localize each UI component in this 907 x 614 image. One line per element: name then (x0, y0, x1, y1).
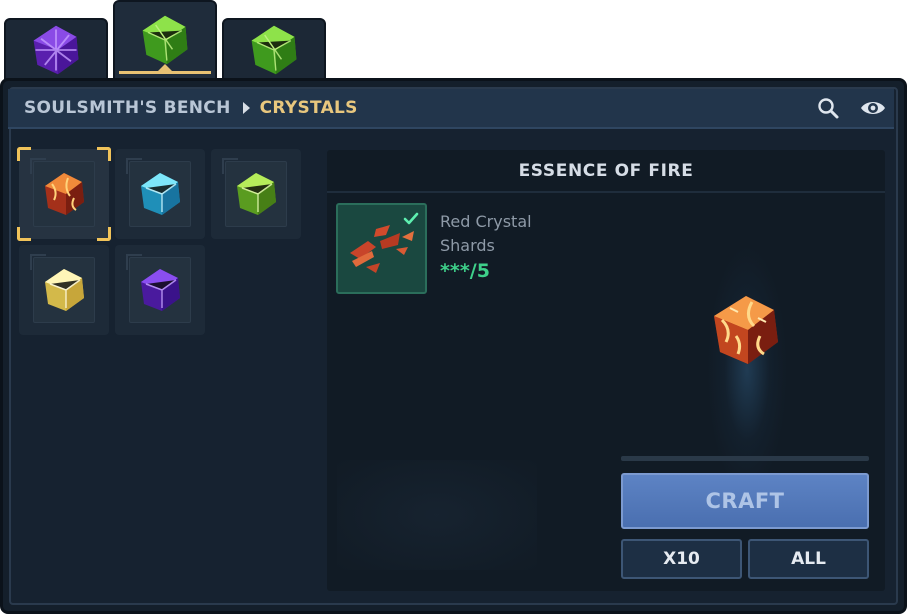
fire-crystal-icon (714, 296, 778, 364)
category-tab-green[interactable] (222, 18, 326, 82)
selection-corner (97, 147, 111, 161)
search-icon[interactable] (816, 96, 840, 120)
selection-corner (17, 227, 31, 241)
ingredient-name: Red Crystal Shards (440, 210, 580, 258)
crystal-slot-yellow[interactable] (19, 245, 109, 335)
eye-icon[interactable] (859, 96, 887, 120)
crystal-slot-lime[interactable] (211, 149, 301, 239)
crystal-slot-fire[interactable] (17, 147, 111, 241)
yellow-crystal-icon (45, 269, 84, 311)
green-crystal-icon (142, 15, 188, 65)
recipe-detail: ESSENCE OF FIRE Red Crystal Shards ***/5… (327, 150, 885, 591)
lime-crystal-icon (237, 173, 276, 215)
craft-all-button[interactable]: ALL (748, 539, 869, 579)
craft-button[interactable]: CRAFT (621, 473, 869, 529)
selection-corner (17, 147, 31, 161)
breadcrumb-root[interactable]: SOULSMITH'S BENCH (24, 98, 231, 118)
craft-progress-bar (621, 456, 869, 461)
crystal-slot-cyan[interactable] (115, 149, 205, 239)
checkmark-icon (403, 212, 419, 225)
craft-x10-button[interactable]: X10 (621, 539, 742, 579)
category-tab-green-active[interactable] (113, 0, 217, 80)
ingredient-name-line2: Shards (440, 236, 495, 255)
purple-crystal-icon (141, 269, 180, 311)
crystal-slot-purple[interactable] (115, 245, 205, 335)
ingredient-name-line1: Red Crystal (440, 212, 532, 231)
selection-corner (97, 227, 111, 241)
panel-header: SOULSMITH'S BENCH CRYSTALS (8, 89, 894, 129)
breadcrumb-arrow-icon (242, 102, 250, 114)
recipe-title: ESSENCE OF FIRE (327, 150, 885, 193)
active-tab-pointer (158, 64, 172, 71)
purple-crystal-icon (33, 25, 79, 75)
cyan-crystal-icon (141, 173, 180, 215)
category-tab-purple[interactable] (4, 18, 108, 82)
ingredient-count: ***/5 (440, 260, 490, 282)
background-shade (337, 460, 537, 570)
breadcrumb-current: CRYSTALS (259, 98, 358, 118)
red-crystal-shards-icon (350, 225, 414, 273)
green-crystal-icon (251, 25, 297, 75)
ingredient-slot[interactable] (336, 203, 427, 294)
fire-crystal-icon (45, 173, 84, 215)
